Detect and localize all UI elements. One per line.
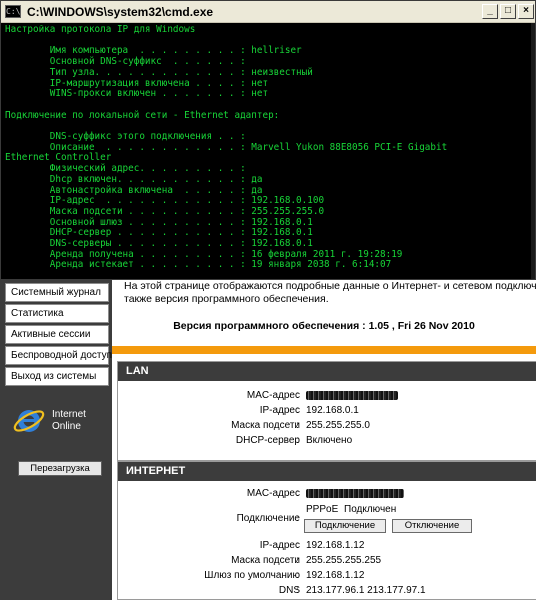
lan-ip-row: IP-адрес : 192.168.0.1 xyxy=(118,404,536,418)
separator: : xyxy=(296,555,299,566)
cmd-line: WINS-прокси включен . . . . . . . : нет xyxy=(5,88,269,100)
separator: : xyxy=(296,390,299,401)
wan-mask-row: Маска подсети : 255.255.255.255 xyxy=(118,554,536,568)
internet-explorer-icon xyxy=(13,410,45,432)
wan-ip-row: IP-адрес : 192.168.1.12 xyxy=(118,539,536,553)
separator: : xyxy=(296,435,299,446)
lan-mask-label: Маска подсети xyxy=(231,420,300,431)
wan-mac-row: MAC-адрес : xyxy=(118,487,536,501)
reboot-button[interactable]: Перезагрузка xyxy=(18,461,102,476)
cmd-line: Настройка протокола IP для Windows xyxy=(5,25,196,35)
cmd-window-title: C:\WINDOWS\system32\cmd.exe xyxy=(27,4,214,19)
internet-status-line: Internet xyxy=(52,409,86,420)
lan-mac-label: MAC-адрес xyxy=(246,390,300,401)
main-content: На этой странице отображаются подробные … xyxy=(112,280,536,600)
separator: : xyxy=(296,570,299,581)
wan-mask-value: 255.255.255.255 xyxy=(306,555,382,566)
sidebar-item-active-sessions[interactable]: Активные сессии xyxy=(5,325,109,344)
lan-mask-value: 255.255.255.0 xyxy=(306,420,370,431)
close-button[interactable]: × xyxy=(518,4,534,19)
online-status-line: Online xyxy=(52,421,81,432)
wan-conn-buttons: Подключение Отключение xyxy=(118,519,536,533)
cmd-titlebar[interactable]: C:\ C:\WINDOWS\system32\cmd.exe _ □ × xyxy=(1,1,535,23)
lan-dhcp-label: DHCP-сервер xyxy=(235,435,300,446)
cmd-line: Dhcp включен. . . . . . . . . . . : да xyxy=(5,173,263,185)
wan-ip-value: 192.168.1.12 xyxy=(306,540,365,551)
lan-ip-label: IP-адрес xyxy=(259,405,300,416)
internet-panel: ИНТЕРНЕТ MAC-адрес : PPPoE Подключен Под… xyxy=(117,461,536,600)
maximize-button[interactable]: □ xyxy=(500,4,516,19)
intro-text: На этой странице отображаются подробные … xyxy=(124,280,536,305)
cmd-app-icon: C:\ xyxy=(5,5,21,18)
wan-mac-redacted xyxy=(306,487,404,501)
lan-ip-value: 192.168.0.1 xyxy=(306,405,359,416)
sidebar-item-system-log[interactable]: Системный журнал xyxy=(5,283,109,302)
cmd-line: Аренда истекает . . . . . . . . . : 19 я… xyxy=(5,259,392,271)
wan-gateway-label: Шлюз по умолчанию xyxy=(204,570,300,581)
separator: : xyxy=(296,488,299,499)
lan-panel: LAN MAC-адрес : IP-адрес : 192.168.0.1 М… xyxy=(117,361,536,461)
intro-line-2: также версия программного обеспечения. xyxy=(124,292,329,305)
wan-gateway-value: 192.168.1.12 xyxy=(306,570,365,581)
separator: : xyxy=(296,540,299,551)
firmware-label: Версия программного обеспечения : xyxy=(173,320,366,332)
disconnect-button[interactable]: Отключение xyxy=(392,519,472,533)
wan-dns-row: DNS : 213.177.96.1 213.177.97.1 xyxy=(118,584,536,598)
minimize-button[interactable]: _ xyxy=(482,4,498,19)
separator: : xyxy=(296,405,299,416)
cmd-line: Подключение по локальной сети - Ethernet… xyxy=(5,109,280,121)
wan-gateway-row: Шлюз по умолчанию : 192.168.1.12 xyxy=(118,569,536,583)
lan-mask-row: Маска подсети : 255.255.255.0 xyxy=(118,419,536,433)
connect-button[interactable]: Подключение xyxy=(304,519,386,533)
internet-status: Internet Online xyxy=(52,409,86,433)
lan-dhcp-value: Включено xyxy=(306,435,353,446)
wan-mask-label: Маска подсети xyxy=(231,555,300,566)
cmd-line xyxy=(5,271,533,279)
separator: : xyxy=(296,420,299,431)
lan-mac-redacted xyxy=(306,389,398,403)
sidebar: Системный журнал Статистика Активные сес… xyxy=(0,280,112,600)
lan-panel-title: LAN xyxy=(118,362,536,381)
cmd-scrollbar[interactable] xyxy=(531,23,535,279)
sidebar-item-wireless-access[interactable]: Беспроводной доступ xyxy=(5,346,112,365)
router-status-page: Системный журнал Статистика Активные сес… xyxy=(0,280,536,600)
lan-dhcp-row: DHCP-сервер : Включено xyxy=(118,434,536,448)
wan-mac-label: MAC-адрес xyxy=(246,488,300,499)
cmd-window: C:\ C:\WINDOWS\system32\cmd.exe _ □ × На… xyxy=(0,0,536,280)
sidebar-item-logout[interactable]: Выход из системы xyxy=(5,367,109,386)
cmd-line: Тип узла. . . . . . . . . . . . . : неиз… xyxy=(5,66,313,78)
cmd-output[interactable]: Настройка протокола IP для Windows Имя к… xyxy=(5,25,533,279)
firmware-value: 1.05 , Fri 26 Nov 2010 xyxy=(368,320,475,332)
window-controls: _ □ × xyxy=(482,4,534,19)
wan-dns-value: 213.177.96.1 213.177.97.1 xyxy=(306,585,426,596)
sidebar-item-statistics[interactable]: Статистика xyxy=(5,304,109,323)
section-divider xyxy=(112,346,536,354)
separator: : xyxy=(296,585,299,596)
wan-ip-label: IP-адрес xyxy=(259,540,300,551)
intro-line-1: На этой странице отображаются подробные … xyxy=(124,280,536,292)
firmware-version: Версия программного обеспечения : 1.05 ,… xyxy=(112,320,536,332)
lan-mac-row: MAC-адрес : xyxy=(118,389,536,403)
internet-panel-title: ИНТЕРНЕТ xyxy=(118,462,536,481)
